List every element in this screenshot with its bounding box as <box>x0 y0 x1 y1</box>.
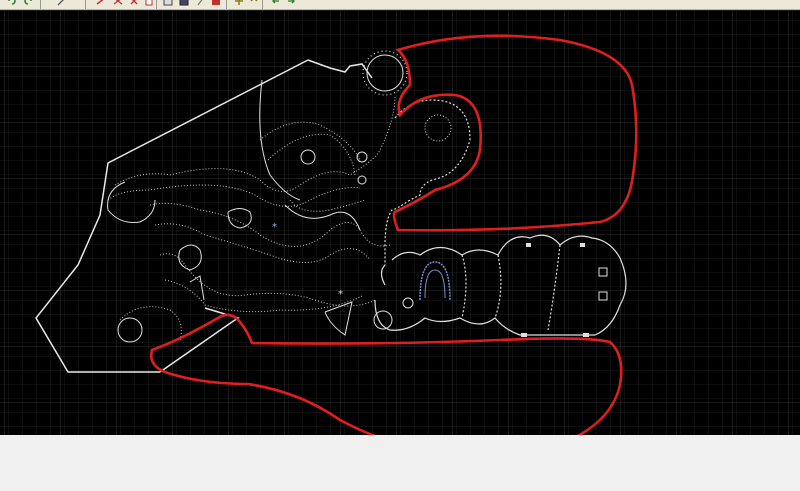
arrow-right-icon[interactable] <box>285 0 297 7</box>
redo-icon[interactable] <box>22 0 34 7</box>
marker-star-2: * <box>338 289 343 300</box>
arrow-left-icon[interactable] <box>270 0 282 7</box>
drawing-canvas[interactable]: * * <box>0 10 800 435</box>
bottom-panel <box>0 435 800 491</box>
door-marker-a <box>521 333 527 337</box>
door-marker-b <box>583 333 589 337</box>
undo-icon[interactable] <box>6 0 18 7</box>
marker-star-1: * <box>272 222 277 233</box>
door-marker-d <box>580 243 585 247</box>
move-icon[interactable] <box>112 0 124 7</box>
draw-line-icon[interactable] <box>95 0 107 7</box>
toolbar <box>0 0 800 10</box>
save-icon[interactable] <box>178 0 190 7</box>
select-arrow-icon[interactable] <box>56 0 68 7</box>
floor-plan-drawing[interactable]: * * <box>0 10 800 435</box>
layers-icon[interactable] <box>162 0 174 7</box>
palette-icon[interactable] <box>210 0 222 7</box>
door-marker-c <box>526 243 531 247</box>
properties-icon[interactable] <box>143 0 155 7</box>
rotate-icon[interactable] <box>233 0 245 7</box>
wand-icon[interactable] <box>195 0 207 7</box>
delete-icon[interactable] <box>128 0 140 7</box>
refresh-icon[interactable] <box>248 0 260 7</box>
